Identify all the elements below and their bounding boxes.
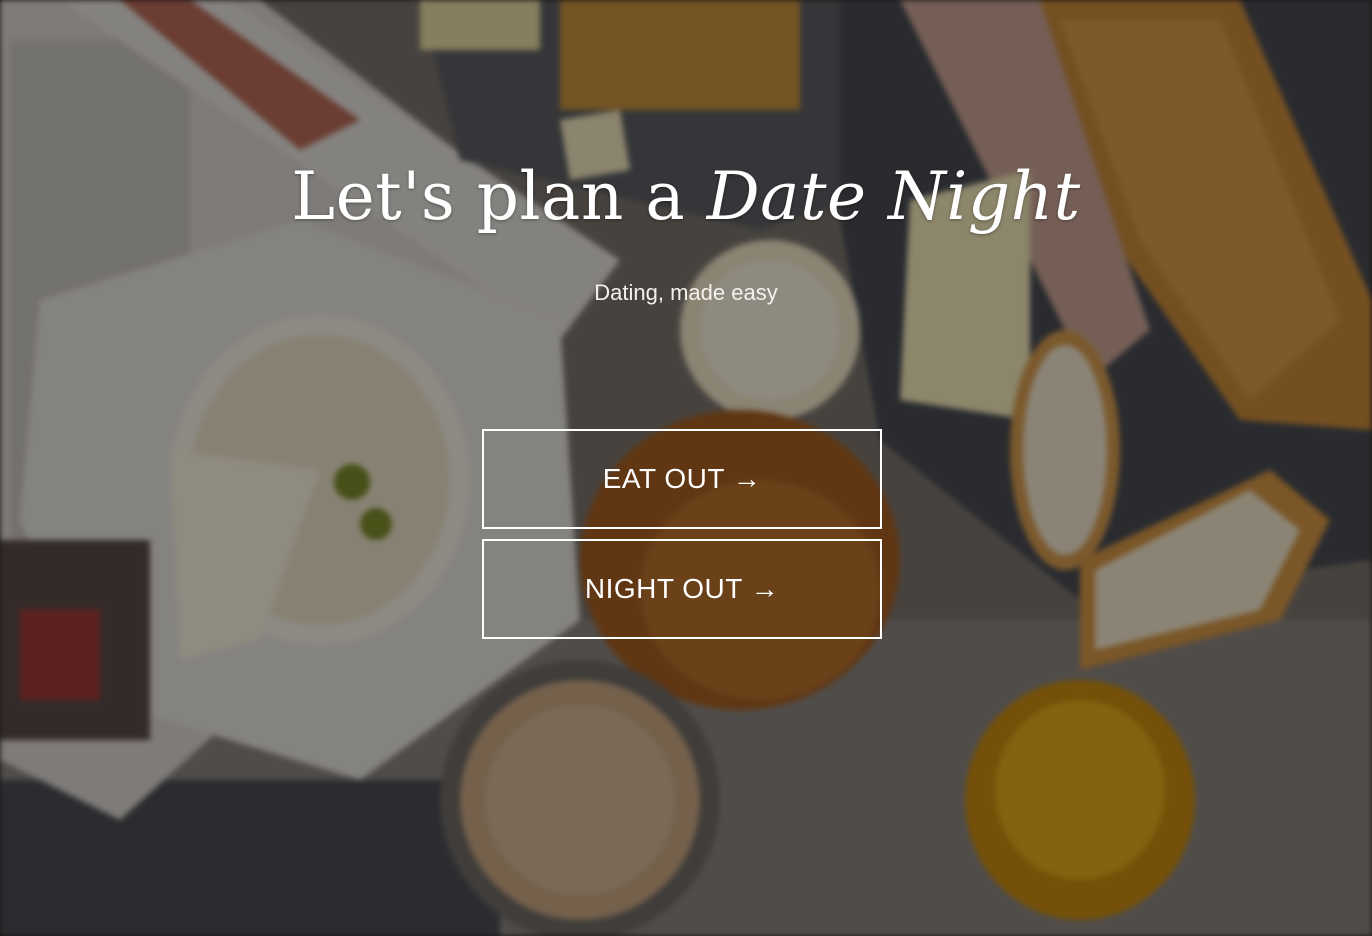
page-title: Let's plan a Date Night: [0, 152, 1372, 242]
night-out-label: NIGHT OUT →: [584, 573, 780, 604]
eat-out-button[interactable]: EAT OUT →: [482, 429, 882, 529]
hero-section: Let's plan a Date Night Dating, made eas…: [0, 0, 1372, 936]
night-out-button[interactable]: NIGHT OUT →: [482, 539, 882, 639]
tagline: Dating, made easy: [594, 280, 778, 305]
title-plain-text: Let's plan a: [291, 158, 707, 235]
eat-out-label: EAT OUT →: [602, 463, 762, 494]
landing-page: Let's plan a Date Night Dating, made eas…: [0, 0, 1372, 936]
title-emphasis-text: Date Night: [706, 158, 1081, 235]
